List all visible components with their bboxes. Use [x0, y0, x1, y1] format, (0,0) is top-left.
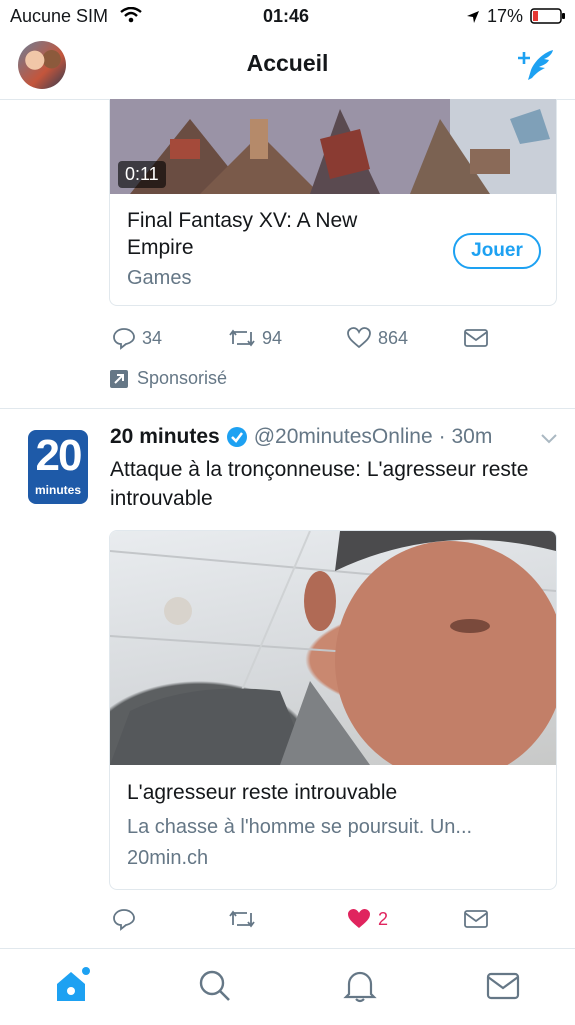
compose-icon [518, 50, 553, 80]
wifi-icon [120, 6, 142, 28]
heart-filled-icon [348, 909, 370, 928]
card-category: Games [127, 267, 192, 289]
location-icon [466, 8, 480, 29]
direct-message-button[interactable] [463, 326, 489, 350]
envelope-icon [464, 329, 488, 347]
link-card[interactable]: L'agresseur reste introuvable La chasse … [109, 530, 557, 890]
battery-icon [530, 8, 566, 29]
battery-percent: 17% [487, 6, 524, 26]
tweet-time: · 30m [438, 425, 493, 448]
article-domain: 20min.ch [127, 847, 209, 869]
logo-number: 20 [35, 431, 83, 480]
like-button-active[interactable]: 2 [346, 907, 388, 931]
author-handle[interactable]: @20minutesOnline [254, 425, 433, 449]
chevron-down-icon[interactable] [540, 432, 558, 450]
sponsored-text: Sponsorisé [137, 368, 228, 388]
tweet-header: 20 minutes @20minutesOnline · 30m [110, 425, 492, 449]
tab-notifications[interactable] [343, 969, 377, 1008]
tab-messages[interactable] [486, 971, 520, 1006]
verified-icon [226, 427, 247, 447]
tweet-actions: 2 [0, 907, 575, 937]
like-count: 864 [378, 327, 409, 348]
retweet-icon [229, 329, 255, 347]
home-icon [57, 967, 90, 1001]
author-avatar[interactable]: 20 minutes [28, 430, 88, 504]
direct-message-button[interactable] [463, 907, 489, 931]
reply-button[interactable]: 34 [112, 326, 162, 350]
status-bar: Aucune SIM 01:46 17% [0, 0, 575, 32]
retweet-button[interactable]: 94 [228, 326, 282, 350]
bottom-tab-bar [0, 948, 575, 1025]
card-title: Final Fantasy XV: A New Empire [127, 209, 358, 259]
promoted-tweet-actions: 34 94 864 [0, 326, 575, 356]
divider [0, 408, 575, 409]
compose-tweet-button[interactable] [515, 46, 559, 89]
article-title: L'agresseur reste introuvable [127, 781, 398, 804]
retweet-count: 94 [262, 327, 283, 348]
reply-count: 34 [142, 327, 163, 348]
logo-text: minutes [34, 483, 81, 497]
promoted-icon [110, 369, 128, 388]
article-description: La chasse à l'homme se poursuit. Un... [127, 816, 473, 838]
top-navigation: Accueil [0, 32, 575, 100]
clock: 01:46 [263, 6, 310, 26]
tweet-text: Attaque à la tronçonneuse: L'agresseur r… [110, 458, 529, 510]
heart-icon [347, 327, 371, 349]
page-title: Accueil [246, 50, 329, 76]
sponsored-label[interactable]: Sponsorisé [109, 368, 227, 389]
like-count: 2 [378, 908, 389, 929]
search-icon [199, 970, 230, 1001]
reply-button[interactable] [112, 907, 136, 931]
tab-home[interactable] [54, 965, 92, 1010]
video-duration: 0:11 [118, 161, 166, 188]
carrier-label: Aucune SIM [10, 6, 109, 26]
author-name[interactable]: 20 minutes [110, 425, 220, 449]
like-button[interactable]: 864 [346, 326, 408, 350]
video-thumbnail[interactable]: 0:11 [110, 99, 556, 194]
game-scene-image [110, 99, 556, 194]
reply-icon [113, 328, 135, 350]
retweet-icon [229, 910, 255, 928]
play-button[interactable]: Jouer [453, 233, 541, 269]
tab-search[interactable] [198, 969, 232, 1008]
article-image[interactable] [110, 531, 556, 781]
reply-icon [113, 909, 135, 931]
envelope-icon [486, 972, 520, 1000]
promoted-game-card[interactable]: 0:11 Final Fantasy XV: A New Empire Game… [109, 99, 557, 306]
retweet-button[interactable] [228, 907, 256, 931]
envelope-icon [464, 910, 488, 928]
bell-icon [343, 971, 377, 1003]
